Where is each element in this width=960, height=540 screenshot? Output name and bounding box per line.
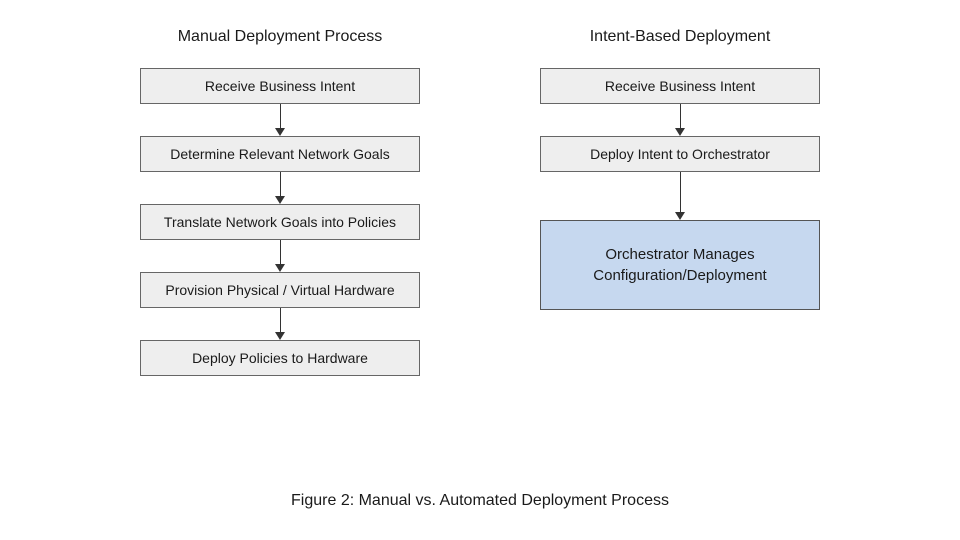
right-column: Intent-Based Deployment Receive Business… [530,28,830,376]
arrow-down-icon [275,240,285,272]
diagram-container: Manual Deployment Process Receive Busine… [0,0,960,376]
left-step-3: Translate Network Goals into Policies [140,204,420,240]
arrow-down-icon [675,104,685,136]
right-column-title: Intent-Based Deployment [590,28,771,46]
arrow-down-icon [275,104,285,136]
left-step-1: Receive Business Intent [140,68,420,104]
right-final-box: Orchestrator Manages Configuration/Deplo… [540,220,820,310]
arrow-down-icon [275,172,285,204]
left-column-title: Manual Deployment Process [178,28,383,46]
arrow-down-icon [675,172,685,220]
left-column: Manual Deployment Process Receive Busine… [130,28,430,376]
figure-caption: Figure 2: Manual vs. Automated Deploymen… [0,492,960,510]
right-step-2: Deploy Intent to Orchestrator [540,136,820,172]
left-step-2: Determine Relevant Network Goals [140,136,420,172]
left-step-4: Provision Physical / Virtual Hardware [140,272,420,308]
arrow-down-icon [275,308,285,340]
right-step-1: Receive Business Intent [540,68,820,104]
left-step-5: Deploy Policies to Hardware [140,340,420,376]
